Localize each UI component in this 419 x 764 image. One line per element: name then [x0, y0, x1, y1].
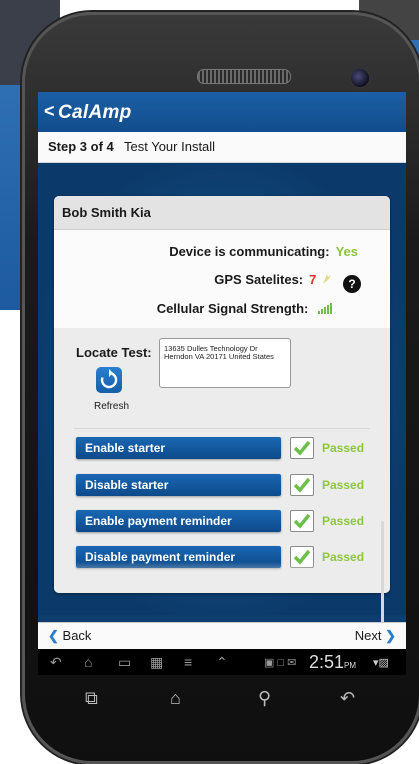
status-value: 7 — [309, 272, 317, 287]
search-hardware-icon[interactable]: ⚲ — [258, 688, 271, 709]
phone-screen: < CalAmp Step 3 of 4 Test Your Install B… — [38, 92, 406, 675]
scrollbar[interactable] — [381, 521, 384, 636]
clock: 2:51PM — [309, 652, 356, 673]
home-nav-icon[interactable]: ⌂ — [84, 654, 92, 670]
clock-time: 2:51 — [309, 652, 345, 672]
install-test-card: Bob Smith Kia Device is communicating: Ye… — [54, 196, 390, 593]
back-label: Back — [62, 628, 92, 643]
next-label: Next — [354, 628, 382, 643]
enable-payment-reminder-button[interactable]: Enable payment reminder — [76, 510, 281, 532]
status-value: Yes — [335, 244, 358, 259]
passed-check-icon — [290, 474, 314, 496]
status-label: Device is communicating: — [169, 244, 330, 259]
status-row-cellular: Cellular Signal Strength: — [157, 301, 332, 316]
passed-check-icon — [290, 437, 314, 459]
help-icon[interactable]: ? — [343, 275, 361, 293]
step-bar: Step 3 of 4 Test Your Install — [38, 132, 406, 163]
scroll-fade — [54, 562, 390, 593]
passed-check-icon — [290, 510, 314, 532]
disable-starter-button[interactable]: Disable starter — [76, 474, 281, 496]
notification-icons: ▣ □ ✉ — [264, 657, 297, 669]
status-row-communicating: Device is communicating: Yes — [169, 244, 358, 259]
enable-starter-button[interactable]: Enable starter — [76, 437, 281, 459]
section-divider — [74, 428, 370, 429]
wizard-nav: ❮ Back Next ❯ — [38, 622, 406, 649]
chevron-left-icon: ❮ — [48, 628, 59, 643]
speaker-grille — [197, 69, 291, 84]
status-panel: Device is communicating: Yes GPS Satelite… — [54, 230, 390, 328]
refresh-label: Refresh — [94, 401, 130, 412]
back-chevron-icon[interactable]: < — [44, 101, 55, 122]
locate-test-label: Locate Test: — [76, 345, 152, 360]
app-header: < CalAmp — [38, 92, 406, 132]
recent-apps-hardware-icon[interactable]: ⧉ — [85, 688, 98, 709]
next-button[interactable]: Next ❯ — [355, 628, 396, 644]
satellite-icon — [323, 274, 331, 284]
wifi-signal-battery-icon: ▾▨ — [373, 657, 389, 669]
step-title: Test Your Install — [124, 139, 216, 154]
screenshot-icon[interactable]: ▦ — [150, 654, 163, 671]
chevron-up-icon[interactable]: ⌃ — [216, 654, 228, 671]
refresh-icon — [100, 369, 118, 389]
brand-logo: CalAmp — [58, 102, 132, 123]
status-row-gps: GPS Satelites: 7 — [214, 272, 332, 287]
chevron-right-icon: ❯ — [385, 628, 396, 643]
home-hardware-icon[interactable]: ⌂ — [170, 688, 181, 709]
status-label: GPS Satelites: — [214, 272, 304, 287]
test-result: Passed — [322, 514, 365, 528]
dealer-name: Bob Smith Kia — [62, 205, 151, 220]
step-number: Step 3 of 4 — [48, 139, 114, 154]
back-button[interactable]: ❮ Back — [48, 628, 91, 644]
status-label: Cellular Signal Strength: — [156, 301, 309, 316]
signal-bars-icon — [318, 303, 332, 314]
back-hardware-icon[interactable]: ↶ — [340, 688, 355, 709]
menu-icon[interactable]: ≡ — [184, 654, 192, 670]
test-result: Passed — [322, 441, 365, 455]
clock-ampm: PM — [344, 661, 357, 670]
refresh-button[interactable] — [96, 367, 122, 393]
recents-nav-icon[interactable]: ▭ — [118, 654, 131, 671]
test-result: Passed — [322, 478, 365, 492]
card-header: Bob Smith Kia — [54, 196, 390, 230]
located-address: 13635 Dulles Technology Dr Herndon VA 20… — [159, 338, 291, 388]
front-camera — [349, 67, 371, 89]
system-bar: ↶ ⌂ ▭ ▦ ≡ ⌃ ▣ □ ✉ 2:51PM ▾▨ — [38, 649, 406, 675]
main-content: Bob Smith Kia Device is communicating: Ye… — [38, 163, 406, 636]
back-nav-icon[interactable]: ↶ — [50, 654, 62, 671]
